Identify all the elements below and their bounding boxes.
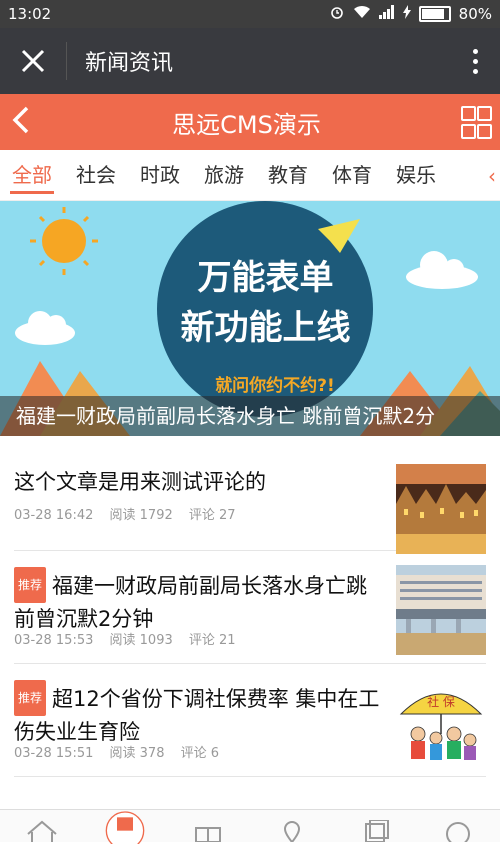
- nav-profile[interactable]: [438, 814, 478, 842]
- article-meta: 03-28 15:51 阅读 378 评论 6: [14, 742, 231, 761]
- chevron-left-icon: [12, 106, 29, 134]
- recommend-badge: 推荐: [14, 680, 47, 716]
- tabs-scroll-left-icon[interactable]: ‹: [488, 164, 496, 188]
- banner-headline-line2: 新功能上线: [180, 308, 351, 348]
- battery-percent: 80%: [458, 5, 492, 23]
- status-bar: 13:02 80%: [0, 0, 500, 28]
- article-title: 这个文章是用来测试评论的: [14, 470, 266, 494]
- article-title-text: 超12个省份下调社保费率 集中在工伤失业生育险: [14, 687, 380, 744]
- alarm-icon: [329, 4, 345, 24]
- profile-icon: [446, 822, 471, 842]
- category-tabs: 全部 社会 时政 旅游 教育 体育 娱乐 ‹: [0, 150, 500, 201]
- list-item[interactable]: 推荐 福建一财政局前副局长落水身亡跳前曾沉默2分钟 03-28 15:53 阅读 …: [14, 551, 486, 664]
- page-title: 新闻资讯: [85, 51, 174, 76]
- channel-title: 思远CMS演示: [172, 110, 321, 139]
- article-reads: 阅读 1792: [109, 508, 173, 523]
- back-button[interactable]: [10, 105, 32, 139]
- more-menu-button[interactable]: [450, 48, 500, 74]
- banner-caption[interactable]: 福建一财政局前副局长落水身亡 跳前曾沉默2分: [0, 396, 500, 436]
- article-title-text: 福建一财政局前副局长落水身亡跳前曾沉默2分钟: [14, 574, 368, 631]
- article-thumbnail: [396, 565, 486, 655]
- tab-politics[interactable]: 时政: [128, 150, 192, 200]
- article-reads: 阅读 1093: [109, 633, 173, 648]
- banner-headline-line1: 万能表单: [197, 258, 334, 298]
- charging-icon: [402, 5, 411, 23]
- article-reads: 阅读 378: [109, 746, 165, 761]
- nav-pages[interactable]: [355, 814, 395, 842]
- banner-headline: 万能表单 新功能上线: [158, 253, 373, 353]
- wifi-icon: [353, 5, 371, 23]
- status-time: 13:02: [8, 5, 52, 23]
- battery-icon: [418, 6, 451, 22]
- nav-news[interactable]: [105, 811, 145, 844]
- article-thumbnail: [396, 464, 486, 554]
- banner[interactable]: 万能表单 新功能上线 就问你约不约?! 福建一财政局前副局长落水身亡 跳前曾沉默…: [0, 201, 500, 436]
- thumb-umbrella-text: 社 保: [427, 694, 455, 709]
- article-meta: 03-28 15:53 阅读 1093 评论 21: [14, 629, 248, 648]
- list-item[interactable]: 推荐 超12个省份下调社保费率 集中在工伤失业生育险 03-28 15:51 阅读…: [14, 664, 486, 777]
- list-item[interactable]: 这个文章是用来测试评论的 03-28 16:42 阅读 1792 评论 27: [14, 436, 486, 554]
- nav-gift[interactable]: [188, 814, 228, 842]
- home-icon: [27, 820, 57, 842]
- article-comments: 评论 6: [180, 746, 220, 761]
- article-comments: 评论 21: [188, 633, 236, 648]
- article-date: 03-28 15:53: [14, 633, 94, 648]
- tab-education[interactable]: 教育: [256, 150, 320, 200]
- nav-location[interactable]: [272, 814, 312, 842]
- location-icon: [283, 820, 300, 842]
- article-date: 03-28 15:51: [14, 746, 94, 761]
- close-button[interactable]: [0, 28, 66, 94]
- grid-menu-icon[interactable]: [460, 105, 492, 139]
- tab-travel[interactable]: 旅游: [192, 150, 256, 200]
- article-date: 03-28 16:42: [14, 508, 94, 523]
- tab-sports[interactable]: 体育: [320, 150, 384, 200]
- article-title: 推荐 超12个省份下调社保费率 集中在工伤失业生育险: [14, 680, 384, 748]
- bottom-nav: [0, 809, 500, 844]
- status-icons: 80%: [329, 4, 492, 24]
- article-thumbnail: 社 保: [396, 674, 486, 769]
- signal-icon: [378, 5, 395, 23]
- tab-society[interactable]: 社会: [64, 150, 128, 200]
- nav-home[interactable]: [22, 814, 62, 842]
- banner-subline: 就问你约不约?!: [215, 376, 335, 396]
- channel-header: 思远CMS演示: [0, 94, 500, 150]
- article-comments: 评论 27: [188, 508, 236, 523]
- pages-icon: [364, 820, 389, 842]
- tab-entertainment[interactable]: 娱乐: [384, 150, 448, 200]
- close-icon: [21, 49, 45, 73]
- recommend-badge: 推荐: [14, 567, 47, 603]
- app-bar: 新闻资讯: [0, 28, 500, 94]
- article-meta: 03-28 16:42 阅读 1792 评论 27: [14, 504, 248, 523]
- tab-all[interactable]: 全部: [0, 150, 64, 200]
- sun-icon: [30, 207, 98, 275]
- article-title: 推荐 福建一财政局前副局长落水身亡跳前曾沉默2分钟: [14, 567, 384, 635]
- news-icon: [105, 811, 145, 844]
- gift-icon: [195, 827, 222, 842]
